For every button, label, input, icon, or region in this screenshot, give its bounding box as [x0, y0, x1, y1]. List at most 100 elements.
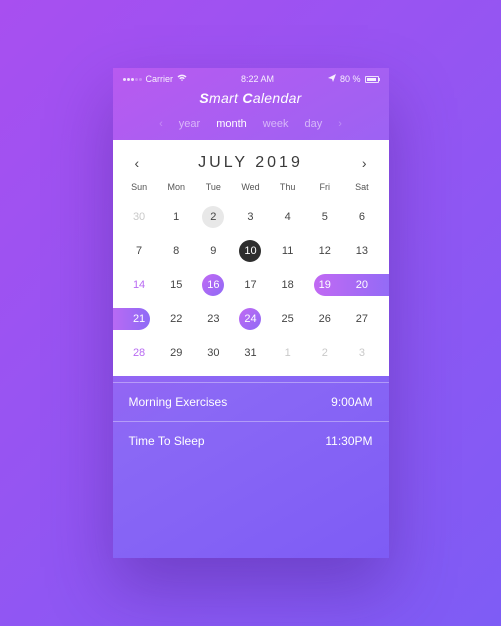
calendar-cell[interactable]: 1 [158, 204, 195, 230]
calendar-cell[interactable]: 12 [306, 238, 343, 264]
day-number: 6 [351, 206, 373, 228]
calendar-cell[interactable]: 6 [343, 204, 380, 230]
phone-frame: Carrier 8:22 AM 80 % Smart Calendar ‹ ye… [113, 68, 389, 558]
day-number: 19 [314, 274, 336, 296]
calendar-cell[interactable]: 29 [158, 340, 195, 366]
calendar-cell[interactable]: 3 [343, 340, 380, 366]
tab-year[interactable]: year [179, 118, 200, 130]
day-number: 25 [277, 308, 299, 330]
calendar-cell[interactable]: 30 [121, 204, 158, 230]
day-number: 8 [165, 240, 187, 262]
event-list: Morning Exercises9:00AMTime To Sleep11:3… [113, 382, 389, 460]
day-number: 17 [239, 274, 261, 296]
calendar-cell[interactable]: 17 [232, 272, 269, 298]
calendar-cell[interactable]: 27 [343, 306, 380, 332]
calendar-card: ‹ JULY 2019 › SunMonTueWedThuFriSat30123… [113, 140, 389, 376]
title-rest2: alendar [253, 90, 302, 106]
calendar-cell[interactable]: 4 [269, 204, 306, 230]
calendar-cell[interactable]: 16 [195, 272, 232, 298]
day-number: 29 [165, 342, 187, 364]
calendar-cell[interactable]: 24 [232, 306, 269, 332]
event-time: 11:30PM [325, 434, 372, 448]
day-number: 18 [277, 274, 299, 296]
day-number: 13 [351, 240, 373, 262]
day-number: 10 [239, 240, 261, 262]
day-number: 5 [314, 206, 336, 228]
day-number: 2 [202, 206, 224, 228]
calendar-cell[interactable]: 15 [158, 272, 195, 298]
calendar-cell[interactable]: 8 [158, 238, 195, 264]
status-time: 8:22 AM [241, 74, 274, 84]
event-row[interactable]: Morning Exercises9:00AM [113, 382, 389, 421]
dow-label: Sat [343, 182, 380, 196]
calendar-cell[interactable]: 23 [195, 306, 232, 332]
day-number: 21 [128, 308, 150, 330]
calendar-cell[interactable]: 3 [232, 204, 269, 230]
day-number: 3 [351, 342, 373, 364]
day-number: 30 [202, 342, 224, 364]
day-number: 20 [351, 274, 373, 296]
calendar-cell[interactable]: 26 [306, 306, 343, 332]
day-number: 9 [202, 240, 224, 262]
calendar-cell[interactable]: 1 [269, 340, 306, 366]
status-left: Carrier [123, 74, 188, 84]
day-number: 30 [128, 206, 150, 228]
calendar-cell[interactable]: 10 [232, 238, 269, 264]
signal-icon [123, 78, 142, 81]
tabs-prev-icon[interactable]: ‹ [159, 118, 163, 130]
title-rest1: mart [209, 90, 242, 106]
month-prev-button[interactable]: ‹ [135, 155, 140, 171]
day-number: 12 [314, 240, 336, 262]
month-next-button[interactable]: › [362, 155, 367, 171]
day-number: 11 [277, 240, 299, 262]
status-right: 80 % [328, 74, 379, 84]
event-time: 9:00AM [331, 395, 372, 409]
title-s: S [199, 90, 209, 106]
calendar-cell[interactable]: 14 [121, 272, 158, 298]
calendar-cell[interactable]: 28 [121, 340, 158, 366]
day-number: 15 [165, 274, 187, 296]
day-number: 14 [128, 274, 150, 296]
day-number: 1 [165, 206, 187, 228]
calendar-cell[interactable]: 31 [232, 340, 269, 366]
day-number: 4 [277, 206, 299, 228]
day-number: 31 [239, 342, 261, 364]
day-number: 16 [202, 274, 224, 296]
calendar-cell[interactable]: 5 [306, 204, 343, 230]
day-number: 1 [277, 342, 299, 364]
send-icon [328, 74, 336, 84]
tab-day[interactable]: day [304, 118, 322, 130]
carrier-label: Carrier [146, 74, 174, 84]
calendar-cell[interactable]: 30 [195, 340, 232, 366]
day-number: 28 [128, 342, 150, 364]
day-number: 22 [165, 308, 187, 330]
calendar-cell[interactable]: 2 [306, 340, 343, 366]
calendar-cell[interactable]: 11 [269, 238, 306, 264]
battery-pct: 80 % [340, 74, 361, 84]
calendar-cell[interactable]: 2 [195, 204, 232, 230]
day-number: 3 [239, 206, 261, 228]
status-bar: Carrier 8:22 AM 80 % [113, 68, 389, 86]
calendar-cell[interactable]: 18 [269, 272, 306, 298]
dow-label: Tue [195, 182, 232, 196]
calendar-cell[interactable]: 7 [121, 238, 158, 264]
title-c: C [242, 90, 252, 106]
calendar-cell[interactable]: 9 [195, 238, 232, 264]
calendar-cell[interactable]: 22 [158, 306, 195, 332]
calendar-cell[interactable]: 25 [269, 306, 306, 332]
month-nav: ‹ JULY 2019 › [113, 154, 389, 182]
tab-month[interactable]: month [216, 118, 247, 130]
tab-week[interactable]: week [263, 118, 289, 130]
battery-icon [365, 76, 379, 83]
day-number: 26 [314, 308, 336, 330]
tabs-next-icon[interactable]: › [338, 118, 342, 130]
calendar-grid: SunMonTueWedThuFriSat3012345678910111213… [113, 182, 389, 366]
day-number: 24 [239, 308, 261, 330]
dow-label: Mon [158, 182, 195, 196]
app-title: Smart Calendar [113, 86, 389, 114]
calendar-cell[interactable]: 13 [343, 238, 380, 264]
dow-label: Thu [269, 182, 306, 196]
day-number: 7 [128, 240, 150, 262]
wifi-icon [177, 74, 187, 84]
event-row[interactable]: Time To Sleep11:30PM [113, 421, 389, 460]
